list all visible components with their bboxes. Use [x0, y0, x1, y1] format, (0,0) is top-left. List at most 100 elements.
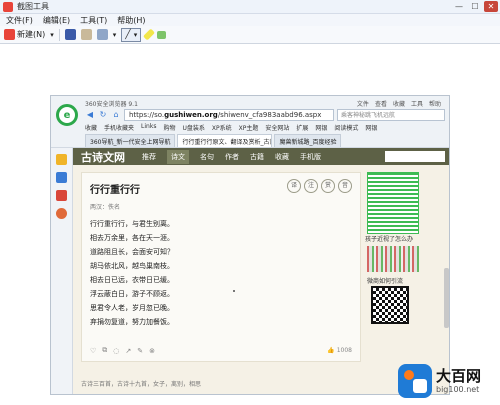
poem-footer: ♡ ⧉ ◌ ↗ ✎ ⊗ 👍 1008	[90, 346, 352, 355]
poem-line: 相去日已远，衣带日已缓。	[90, 276, 174, 284]
toolbar: 新建(N) ▾ ▾ ╱ ▾	[0, 26, 500, 44]
nav-item[interactable]: 古籍	[250, 152, 264, 162]
nav-item[interactable]: 名句	[200, 152, 214, 162]
browser-menu-item[interactable]: 工具	[411, 99, 423, 108]
bookmark-item[interactable]: 网银	[365, 123, 377, 132]
cursor-mark	[233, 290, 235, 292]
bookmark-item[interactable]: Links	[141, 123, 156, 132]
browser-menu-item[interactable]: 查看	[375, 99, 387, 108]
menu-edit[interactable]: 编辑(E)	[43, 15, 70, 26]
new-dropdown-icon[interactable]: ▾	[50, 31, 54, 39]
eraser-icon[interactable]	[157, 30, 167, 39]
qr-code	[371, 286, 409, 324]
new-snip-label: 新建(N)	[17, 30, 46, 39]
like-count[interactable]: 👍 1008	[327, 347, 352, 354]
error-icon[interactable]: ⊗	[149, 347, 155, 355]
bookmark-item[interactable]: XP主题	[239, 123, 259, 132]
audio-button[interactable]: 音	[338, 179, 352, 193]
notes-button[interactable]: 注	[304, 179, 318, 193]
bookmark-item[interactable]: 阅读模式	[334, 123, 358, 132]
menu-file[interactable]: 文件(F)	[6, 15, 33, 26]
weibo-icon[interactable]	[56, 190, 67, 201]
share-icon[interactable]: ↗	[125, 347, 131, 355]
save-icon[interactable]	[64, 29, 76, 40]
browser-tabs: 360导航_新一代安全上网导航 行行重行行原文、翻译及赏析_古诗 魔兽新城路_百…	[85, 134, 445, 147]
ad-caption-2[interactable]: 微商如何引流	[367, 276, 403, 285]
browser-search-input[interactable]: 乘客神秘跳飞机远航	[337, 108, 445, 121]
highlighter-icon[interactable]	[143, 28, 156, 41]
heart-icon[interactable]: ♡	[90, 347, 96, 355]
ad-image[interactable]	[367, 246, 419, 272]
copy-icon[interactable]: ⧉	[102, 346, 107, 355]
scissors-icon	[3, 1, 13, 12]
bookmark-item[interactable]: 网银	[315, 123, 327, 132]
bookmark-item[interactable]: 扩展	[296, 123, 308, 132]
poem-body: 行行重行行，与君生别离。 相去万余里，各在天一涯。 道路阻且长，会面安可知？ 胡…	[90, 217, 352, 329]
favorites-star-icon[interactable]	[56, 154, 67, 165]
poem-tags[interactable]: 古诗三百首，古诗十九首，女子，离别，相思	[81, 379, 201, 388]
nav-item[interactable]: 收藏	[275, 152, 289, 162]
send-dropdown-icon[interactable]: ▾	[113, 31, 117, 39]
close-button[interactable]: ✕	[484, 1, 498, 12]
ad-caption[interactable]: 孩子近视了怎么办	[365, 236, 425, 244]
browser-menu-item[interactable]: 文件	[357, 99, 369, 108]
url-prefix: https://so.	[129, 110, 165, 119]
bookmark-item[interactable]: XP系统	[212, 123, 232, 132]
home-icon[interactable]: ⌂	[111, 110, 121, 119]
watermark: 大百网 big100.net	[398, 358, 498, 404]
pen-tool[interactable]: ╱ ▾	[121, 27, 142, 42]
poem-line: 弃捐勿复道，努力加餐饭。	[90, 318, 174, 326]
browser-sidebar	[51, 148, 73, 394]
appreciation-button[interactable]: 赏	[321, 179, 335, 193]
nav-item[interactable]: 作者	[225, 152, 239, 162]
poem-author: 两汉：佚名	[90, 204, 121, 211]
browser-tab-active[interactable]: 行行重行行原文、翻译及赏析_古诗	[177, 134, 273, 147]
site-search-input[interactable]	[385, 151, 445, 162]
edit-icon[interactable]: ✎	[137, 347, 143, 355]
nav-item-active[interactable]: 诗文	[167, 149, 189, 164]
translate-button[interactable]: 译	[287, 179, 301, 193]
browser-menu-item[interactable]: 收藏	[393, 99, 405, 108]
browser-name: 360安全浏览器 9.1	[85, 101, 138, 108]
minimize-button[interactable]: —	[452, 1, 466, 12]
poem-line: 道路阻且长，会面安可知？	[90, 248, 174, 256]
bookmark-item[interactable]: U盘装系	[182, 123, 204, 132]
browser-screenshot: e 360安全浏览器 9.1 文件 查看 收藏 工具 帮助 ◀ ↻ ⌂ http…	[50, 95, 450, 395]
bookmark-item[interactable]: 安全网站	[265, 123, 289, 132]
refresh-icon[interactable]: ↻	[98, 110, 108, 119]
new-snip-button[interactable]: 新建(N)	[4, 29, 45, 40]
comment-icon[interactable]: ◌	[113, 347, 119, 355]
watermark-url: big100.net	[436, 385, 480, 394]
menu-help[interactable]: 帮助(H)	[117, 15, 145, 26]
ad-banner[interactable]	[367, 172, 419, 234]
pen-icon: ╱	[125, 29, 131, 40]
watermark-logo-icon	[398, 364, 432, 398]
bookmark-item[interactable]: 手机收藏夹	[104, 123, 134, 132]
list-icon[interactable]	[56, 172, 67, 183]
title-bar: 截图工具 — ☐ ✕	[0, 0, 500, 14]
address-bar[interactable]: https://so.gushiwen.org/shiwenv_cfa983aa…	[124, 108, 334, 121]
browser-menu-item[interactable]: 帮助	[429, 99, 441, 108]
maximize-button[interactable]: ☐	[468, 1, 482, 12]
browser-menu: 文件 查看 收藏 工具 帮助	[357, 99, 441, 108]
poem-line: 思君令人老，岁月忽已晚。	[90, 304, 174, 312]
site-logo[interactable]: 古诗文网	[81, 149, 125, 165]
copy-icon[interactable]	[80, 29, 92, 40]
bookmark-item[interactable]: 购物	[163, 123, 175, 132]
bookmark-item[interactable]: 收藏	[85, 123, 97, 132]
back-icon[interactable]: ◀	[85, 110, 95, 119]
menu-tools[interactable]: 工具(T)	[80, 15, 107, 26]
pen-dropdown-icon: ▾	[133, 30, 138, 39]
poem-line: 浮云蔽白日，游子不顾返。	[90, 290, 174, 298]
scrollbar[interactable]	[444, 268, 449, 328]
nav-item[interactable]: 手机版	[300, 152, 321, 162]
poem-line: 相去万余里，各在天一涯。	[90, 234, 174, 242]
browser-tab[interactable]: 360导航_新一代安全上网导航	[85, 134, 176, 147]
nav-item[interactable]: 推荐	[142, 152, 156, 162]
browser-tab[interactable]: 魔兽新城路_百度经验	[274, 134, 342, 147]
target-icon[interactable]	[56, 208, 67, 219]
url-domain: gushiwen.org	[164, 110, 218, 119]
poem-card: 行行重行行 译 注 赏 音 两汉：佚名 行行重行行，与君生别离。 相去万余里，各…	[81, 172, 361, 362]
poem-actions: 译 注 赏 音	[287, 179, 352, 193]
send-email-icon[interactable]	[96, 29, 108, 40]
